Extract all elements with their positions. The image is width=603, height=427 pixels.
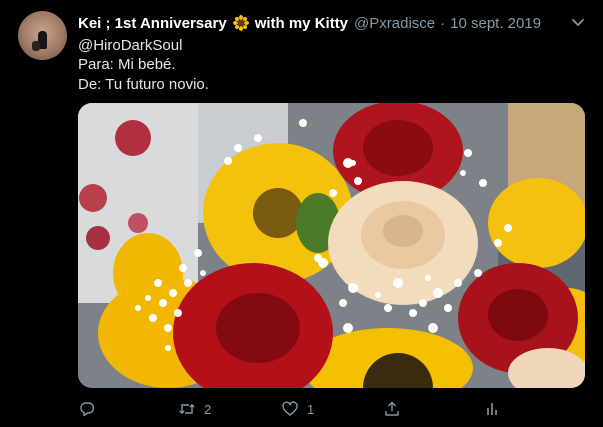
author-name-suffix[interactable]: with my Kitty (255, 15, 348, 32)
avatar-figure-small (32, 41, 40, 51)
retweet-icon (179, 403, 195, 415)
tweet-header: Kei ; 1st Anniversary with my Kitty @Pxr… (78, 12, 541, 34)
avatar[interactable] (18, 11, 67, 60)
retweet-button[interactable]: 2 (178, 398, 211, 420)
sunflower-emoji-icon (232, 15, 249, 31)
like-count: 1 (307, 401, 315, 417)
tweet[interactable]: Kei ; 1st Anniversary with my Kitty @Pxr… (0, 0, 603, 427)
tweet-text-line: De: Tu futuro novio. (78, 76, 209, 93)
author-name[interactable]: Kei ; 1st Anniversary (78, 15, 227, 32)
reply-icon (80, 402, 95, 417)
tweet-date[interactable]: 10 sept. 2019 (450, 15, 541, 32)
tweet-actions: 2 1 (78, 398, 585, 420)
analytics-icon (487, 403, 497, 415)
retweet-count: 2 (204, 401, 212, 417)
chevron-down-icon[interactable] (570, 14, 586, 30)
author-handle[interactable]: @Pxradisce (354, 15, 435, 32)
share-icon (385, 401, 399, 416)
like-icon (282, 401, 298, 416)
header-separator: · (440, 14, 446, 32)
analytics-button[interactable] (483, 398, 501, 420)
tweet-text-line: Para: Mi bebé. (78, 56, 176, 73)
reply-button[interactable] (78, 398, 104, 420)
share-button[interactable] (383, 398, 401, 420)
like-button[interactable]: 1 (281, 398, 314, 420)
tweet-photo[interactable] (78, 103, 585, 388)
mention-link[interactable]: @HiroDarkSoul (78, 37, 182, 54)
